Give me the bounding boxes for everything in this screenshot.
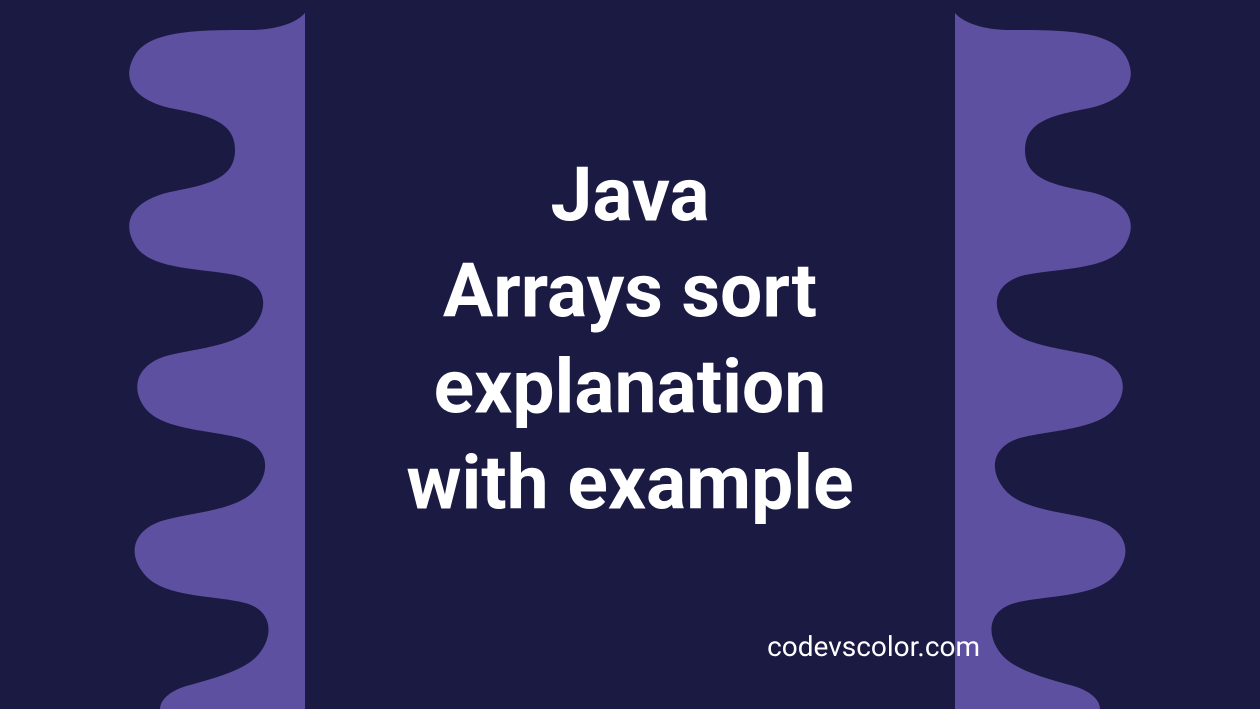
blob-right-decoration <box>950 0 1260 709</box>
banner-container: Java Arrays sort explanation with exampl… <box>0 0 1260 709</box>
banner-title: Java Arrays sort explanation with exampl… <box>406 147 853 531</box>
watermark-text: codevscolor.com <box>767 630 980 663</box>
blob-left-decoration <box>0 0 310 709</box>
